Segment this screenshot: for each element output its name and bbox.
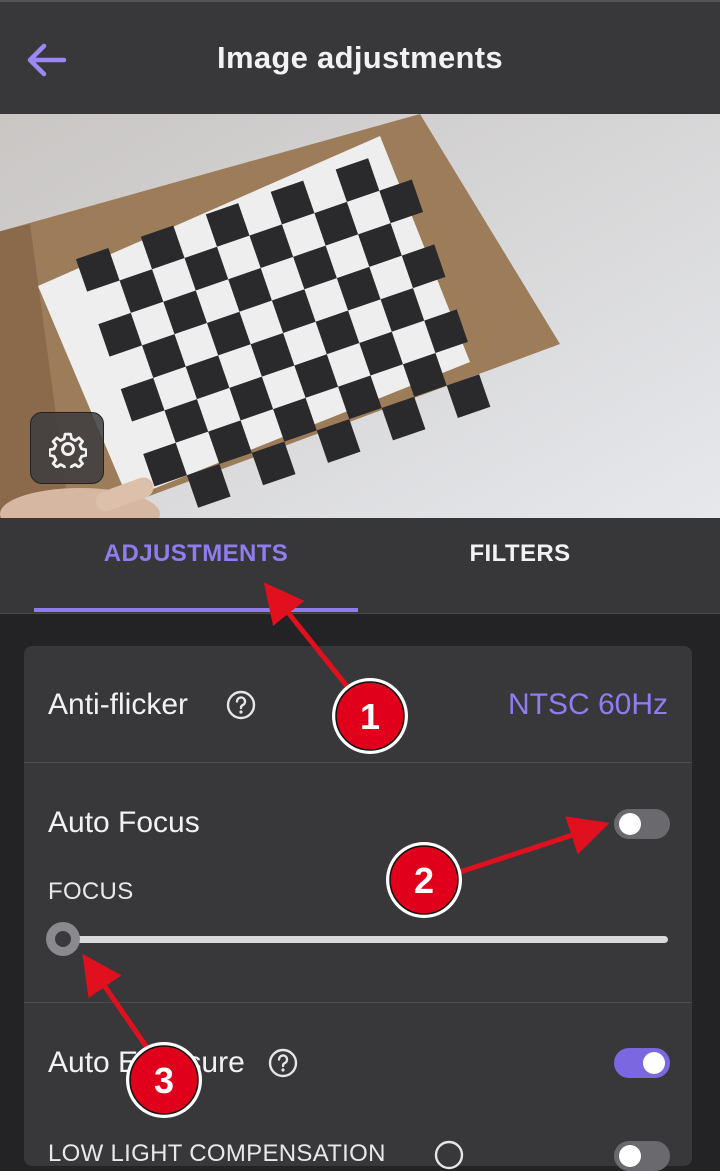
auto-focus-toggle[interactable] — [614, 809, 670, 839]
settings-button[interactable] — [30, 412, 104, 484]
auto-exposure-label: Auto Exposure — [48, 1046, 245, 1079]
gear-icon — [49, 432, 87, 468]
low-light-label: LOW LIGHT COMPENSATION — [48, 1140, 386, 1167]
auto-exposure-toggle[interactable] — [614, 1048, 670, 1078]
focus-label: FOCUS — [48, 878, 134, 905]
divider — [24, 762, 692, 763]
tab-bar: ADJUSTMENTS FILTERS — [0, 518, 720, 614]
active-tab-indicator — [34, 608, 358, 612]
tab-filters[interactable]: FILTERS — [358, 540, 682, 614]
anti-flicker-value[interactable]: NTSC 60Hz — [508, 688, 668, 722]
low-light-toggle[interactable] — [614, 1141, 670, 1171]
focus-slider-thumb[interactable] — [46, 922, 80, 956]
camera-preview — [0, 114, 720, 518]
page-title: Image adjustments — [217, 40, 503, 75]
divider — [24, 1002, 692, 1003]
auto-focus-label: Auto Focus — [48, 806, 200, 839]
app-header: Image adjustments — [0, 0, 720, 114]
help-icon[interactable] — [268, 1048, 298, 1078]
focus-slider-track[interactable] — [64, 936, 668, 943]
help-icon[interactable] — [226, 690, 256, 720]
toggle-knob — [619, 813, 641, 835]
toggle-knob — [619, 1145, 641, 1167]
toggle-knob — [643, 1052, 665, 1074]
help-icon[interactable] — [434, 1140, 464, 1170]
tab-adjustments[interactable]: ADJUSTMENTS — [34, 540, 358, 614]
anti-flicker-label: Anti-flicker — [48, 688, 189, 721]
adjustments-panel: Anti-flicker NTSC 60Hz Auto Focus FOCUS … — [24, 646, 692, 1171]
